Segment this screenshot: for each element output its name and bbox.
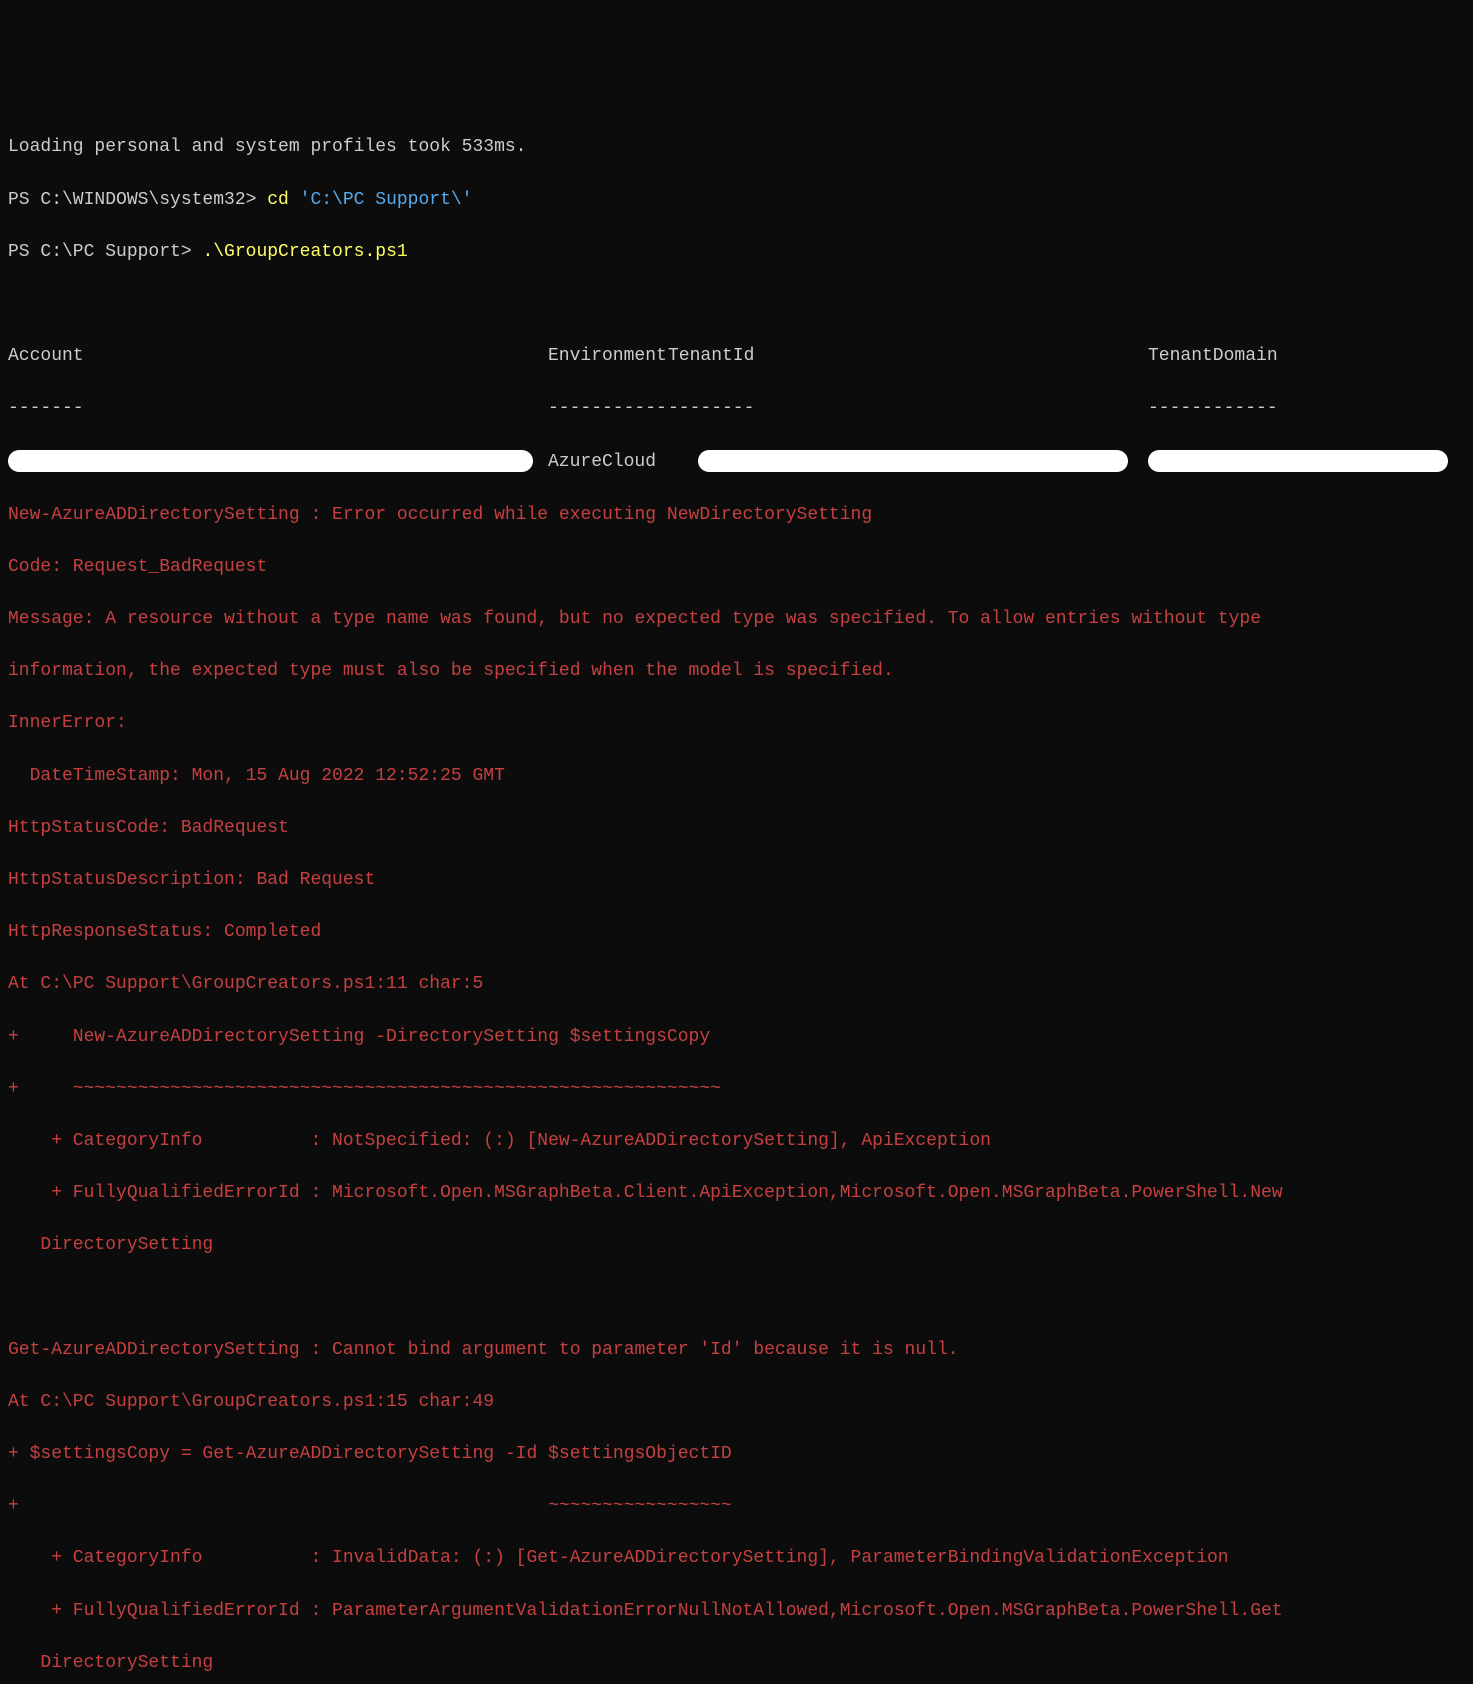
cmd-path: 'C:\PC Support\' <box>300 190 473 210</box>
table-divider: -------------------------------------- <box>8 395 1465 421</box>
account-redacted <box>8 449 548 475</box>
tenantid-redacted <box>668 449 1148 475</box>
error2-line: + $settingsCopy = Get-AzureADDirectorySe… <box>8 1441 1465 1467</box>
error1-line: HttpStatusCode: BadRequest <box>8 815 1465 841</box>
error1-line: At C:\PC Support\GroupCreators.ps1:11 ch… <box>8 971 1465 997</box>
error2-line: + FullyQualifiedErrorId : ParameterArgum… <box>8 1598 1465 1624</box>
error1-line: information, the expected type must also… <box>8 658 1465 684</box>
error2-line: DirectorySetting <box>8 1650 1465 1676</box>
error1-line: + New-AzureADDirectorySetting -Directory… <box>8 1024 1465 1050</box>
blank-line <box>8 1285 1465 1311</box>
error2-line: + ~~~~~~~~~~~~~~~~~ <box>8 1493 1465 1519</box>
error1-line: HttpResponseStatus: Completed <box>8 919 1465 945</box>
cmd-cd: cd <box>267 190 299 210</box>
error1-line: + CategoryInfo : NotSpecified: (:) [New-… <box>8 1128 1465 1154</box>
table-header: AccountEnvironmentTenantIdTenantDomain <box>8 343 1465 369</box>
error1-line: + ~~~~~~~~~~~~~~~~~~~~~~~~~~~~~~~~~~~~~~… <box>8 1076 1465 1102</box>
error1-line: New-AzureADDirectorySetting : Error occu… <box>8 502 1465 528</box>
error1-line: Message: A resource without a type name … <box>8 606 1465 632</box>
error1-line: DirectorySetting <box>8 1232 1465 1258</box>
domain-redacted <box>1148 449 1465 475</box>
env-value: AzureCloud <box>548 449 668 475</box>
error1-line: DateTimeStamp: Mon, 15 Aug 2022 12:52:25… <box>8 763 1465 789</box>
blank-line <box>8 291 1465 317</box>
prompt-line-1: PS C:\WINDOWS\system32> cd 'C:\PC Suppor… <box>8 187 1465 213</box>
col-account-header: Account <box>8 343 548 369</box>
col-domain-header: TenantDomain <box>1148 343 1465 369</box>
col-tenantid-header: TenantId <box>668 343 1148 369</box>
col-env-div: ----------- <box>548 395 668 421</box>
error1-line: HttpStatusDescription: Bad Request <box>8 867 1465 893</box>
error1-line: Code: Request_BadRequest <box>8 554 1465 580</box>
error2-line: Get-AzureADDirectorySetting : Cannot bin… <box>8 1337 1465 1363</box>
cmd-script: .\GroupCreators.ps1 <box>202 242 407 262</box>
error2-line: At C:\PC Support\GroupCreators.ps1:15 ch… <box>8 1389 1465 1415</box>
profile-load-line: Loading personal and system profiles too… <box>8 134 1465 160</box>
error1-line: + FullyQualifiedErrorId : Microsoft.Open… <box>8 1180 1465 1206</box>
col-account-div: ------- <box>8 395 548 421</box>
terminal-output[interactable]: Loading personal and system profiles too… <box>8 108 1465 1684</box>
col-tenantid-div: -------- <box>668 395 1148 421</box>
col-domain-div: ------------ <box>1148 395 1465 421</box>
table-row: AzureCloud <box>8 448 1465 476</box>
error1-line: InnerError: <box>8 710 1465 736</box>
prompt-1: PS C:\WINDOWS\system32> <box>8 190 267 210</box>
prompt-line-2: PS C:\PC Support> .\GroupCreators.ps1 <box>8 239 1465 265</box>
col-env-header: Environment <box>548 343 668 369</box>
error2-line: + CategoryInfo : InvalidData: (:) [Get-A… <box>8 1545 1465 1571</box>
prompt-2: PS C:\PC Support> <box>8 242 202 262</box>
